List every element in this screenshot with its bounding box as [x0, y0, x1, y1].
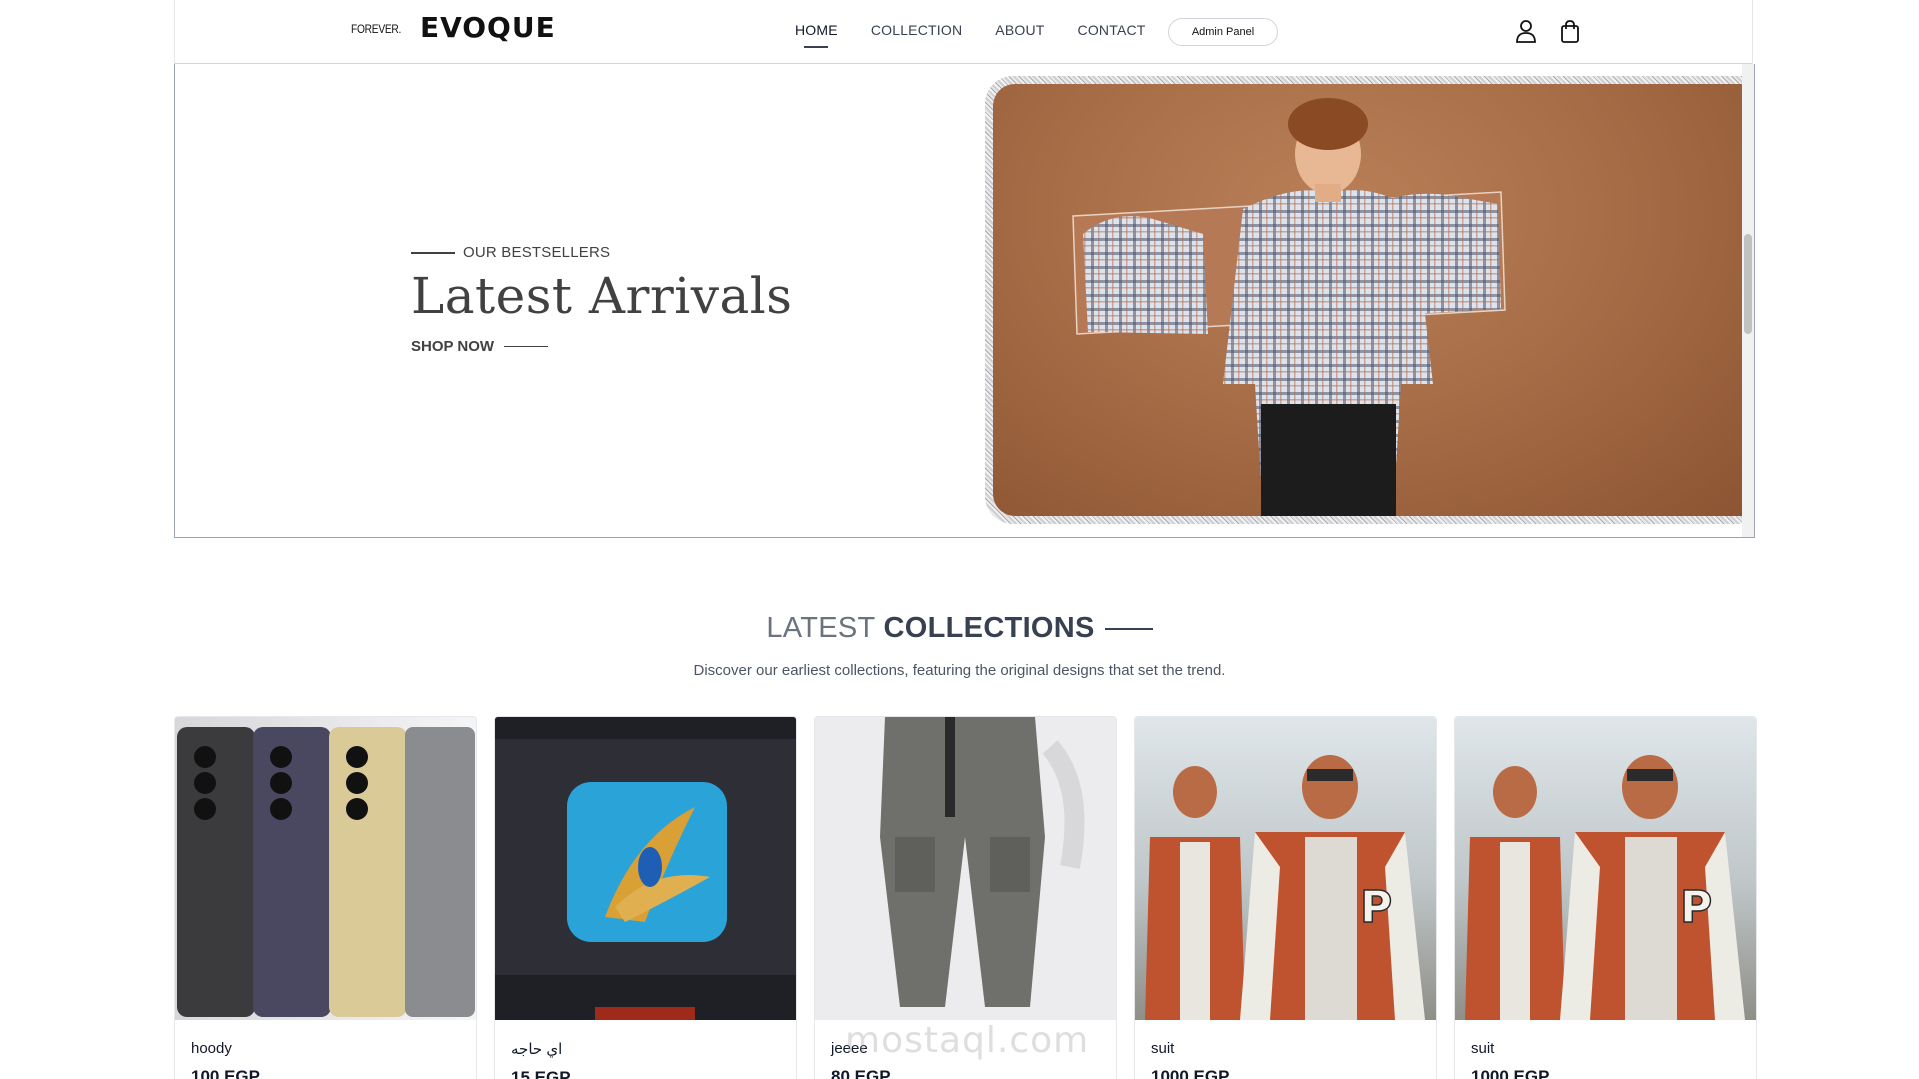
user-icon[interactable] — [1513, 18, 1539, 44]
smartphones-photo — [177, 727, 475, 1017]
collections-heading: LATEST COLLECTIONS — [0, 612, 1919, 645]
product-image — [815, 717, 1116, 1020]
product-price: 100 EGP — [191, 1067, 260, 1079]
decorative-line — [504, 346, 549, 347]
hero-scrollbar[interactable] — [1742, 64, 1754, 537]
svg-text:P: P — [1360, 882, 1392, 933]
product-card[interactable]: jeeee 80 EGP — [814, 716, 1117, 1079]
hero-text: OUR BESTSELLERS Latest Arrivals SHOP NOW — [411, 244, 792, 355]
product-card[interactable]: P suit 1000 EGP — [1134, 716, 1437, 1079]
nav-about-link[interactable]: ABOUT — [995, 22, 1044, 38]
cargo-pants-photo — [880, 717, 1085, 1007]
logo[interactable]: FOREVER. EVOQUE — [351, 14, 556, 42]
admin-panel-button[interactable]: Admin Panel — [1168, 18, 1278, 46]
nav-collection-link[interactable]: COLLECTION — [871, 22, 962, 38]
nav-contact-link[interactable]: CONTACT — [1078, 22, 1146, 38]
man-in-plaid-shirt-illustration — [1072, 98, 1506, 516]
varsity-jacket-photo: P — [1465, 755, 1745, 1020]
product-image: P — [1135, 717, 1436, 1020]
product-name: اي حاجه — [511, 1041, 563, 1058]
product-price: 15 EGP — [511, 1068, 571, 1079]
logo-small-text: FOREVER. — [351, 22, 402, 36]
hero-scrollbar-thumb[interactable] — [1744, 234, 1752, 334]
hero-title: Latest Arrivals — [411, 267, 793, 325]
product-image — [175, 717, 476, 1020]
hero-kicker-text: OUR BESTSELLERS — [463, 244, 611, 261]
product-name: hoody — [191, 1040, 232, 1057]
hero-kicker: OUR BESTSELLERS — [411, 244, 792, 261]
navbar: FOREVER. EVOQUE HOME COLLECTION ABOUT CO… — [174, 0, 1753, 64]
product-name: suit — [1471, 1040, 1495, 1057]
varsity-jacket-photo: P — [1145, 755, 1425, 1020]
product-price: 1000 EGP — [1151, 1067, 1230, 1079]
product-card[interactable]: hoody 100 EGP — [174, 716, 477, 1079]
hero-banner: OUR BESTSELLERS Latest Arrivals SHOP NOW — [174, 64, 1755, 538]
product-image — [495, 717, 796, 1020]
game-item-icon-photo — [495, 717, 796, 1020]
main-nav: HOME COLLECTION ABOUT CONTACT — [795, 22, 1179, 38]
product-name: jeeee — [831, 1040, 868, 1057]
decorative-line — [411, 251, 455, 254]
collections-subtitle: Discover our earliest collections, featu… — [693, 662, 1226, 679]
nav-home-link[interactable]: HOME — [795, 22, 838, 38]
product-card[interactable]: اي حاجه 15 EGP — [494, 716, 797, 1079]
shopping-bag-icon[interactable] — [1557, 18, 1583, 44]
product-grid: hoody 100 EGP اي حاجه 15 EGP jeeee 80 EG… — [174, 716, 1757, 1079]
logo-brand-text: EVOQUE — [419, 11, 556, 44]
product-image: P — [1455, 717, 1756, 1020]
shop-now-text: SHOP NOW — [411, 338, 495, 355]
collections-title-bold: COLLECTIONS — [883, 612, 1095, 644]
product-price: 80 EGP — [831, 1067, 891, 1079]
product-card[interactable]: P suit 1000 EGP — [1454, 716, 1757, 1079]
product-price: 1000 EGP — [1471, 1067, 1550, 1079]
product-name: suit — [1151, 1040, 1175, 1057]
hero-image-frame — [985, 76, 1754, 524]
decorative-line — [1104, 627, 1153, 630]
shop-now-link[interactable]: SHOP NOW — [411, 338, 792, 355]
collections-title-light: LATEST — [766, 612, 876, 644]
svg-text:P: P — [1680, 882, 1712, 933]
hero-image — [993, 84, 1747, 516]
